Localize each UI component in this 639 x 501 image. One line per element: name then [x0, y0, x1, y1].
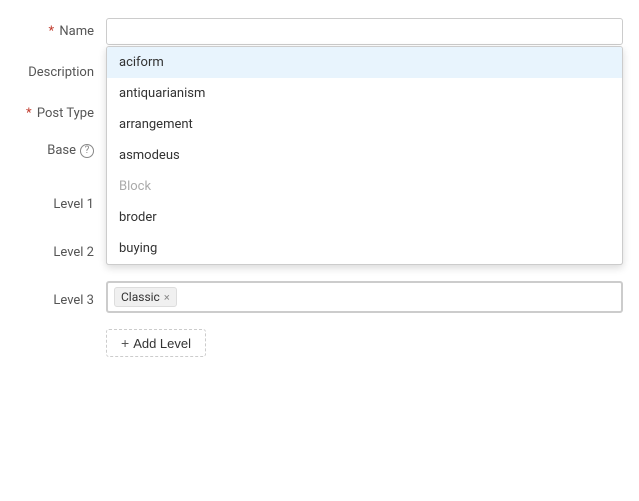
- add-level-field: + Add Level: [106, 329, 623, 357]
- name-dropdown: aciformantiquarianismarrangementasmodeus…: [106, 46, 623, 265]
- dropdown-item[interactable]: aciform: [107, 47, 622, 78]
- dropdown-item[interactable]: asmodeus: [107, 140, 622, 171]
- plus-icon: +: [121, 335, 129, 351]
- dropdown-item: Block: [107, 171, 622, 202]
- dropdown-item[interactable]: arrangement: [107, 109, 622, 140]
- level3-tags-input[interactable]: Classic ×: [106, 281, 623, 313]
- add-level-row: + Add Level: [0, 321, 639, 365]
- post-type-label: * Post Type: [16, 100, 106, 121]
- dropdown-item[interactable]: antiquarianism: [107, 78, 622, 109]
- post-type-required: *: [26, 106, 32, 121]
- level1-label: Level 1: [16, 191, 106, 212]
- name-row: * Name aciformantiquarianismarrangementa…: [0, 10, 639, 53]
- level3-label: Level 3: [16, 287, 106, 308]
- add-level-spacer: [16, 329, 106, 335]
- level3-row: Level 3 Classic ×: [0, 273, 639, 321]
- tag: Classic ×: [114, 287, 177, 307]
- tag-remove-button[interactable]: ×: [164, 292, 170, 303]
- tag-label: Classic: [121, 290, 160, 304]
- add-level-label: Add Level: [133, 336, 191, 351]
- description-label: Description: [16, 61, 106, 80]
- base-help-icon[interactable]: ?: [80, 144, 94, 158]
- name-required: *: [49, 24, 55, 39]
- dropdown-item[interactable]: buying: [107, 233, 622, 264]
- form-container: * Name aciformantiquarianismarrangementa…: [0, 0, 639, 375]
- level3-field: Classic ×: [106, 281, 623, 313]
- name-input[interactable]: [106, 18, 623, 45]
- name-field: aciformantiquarianismarrangementasmodeus…: [106, 18, 623, 45]
- name-label: * Name: [16, 18, 106, 39]
- add-level-button[interactable]: + Add Level: [106, 329, 206, 357]
- base-label-container: Base ?: [16, 137, 106, 158]
- dropdown-item[interactable]: broder: [107, 202, 622, 233]
- level2-label: Level 2: [16, 239, 106, 260]
